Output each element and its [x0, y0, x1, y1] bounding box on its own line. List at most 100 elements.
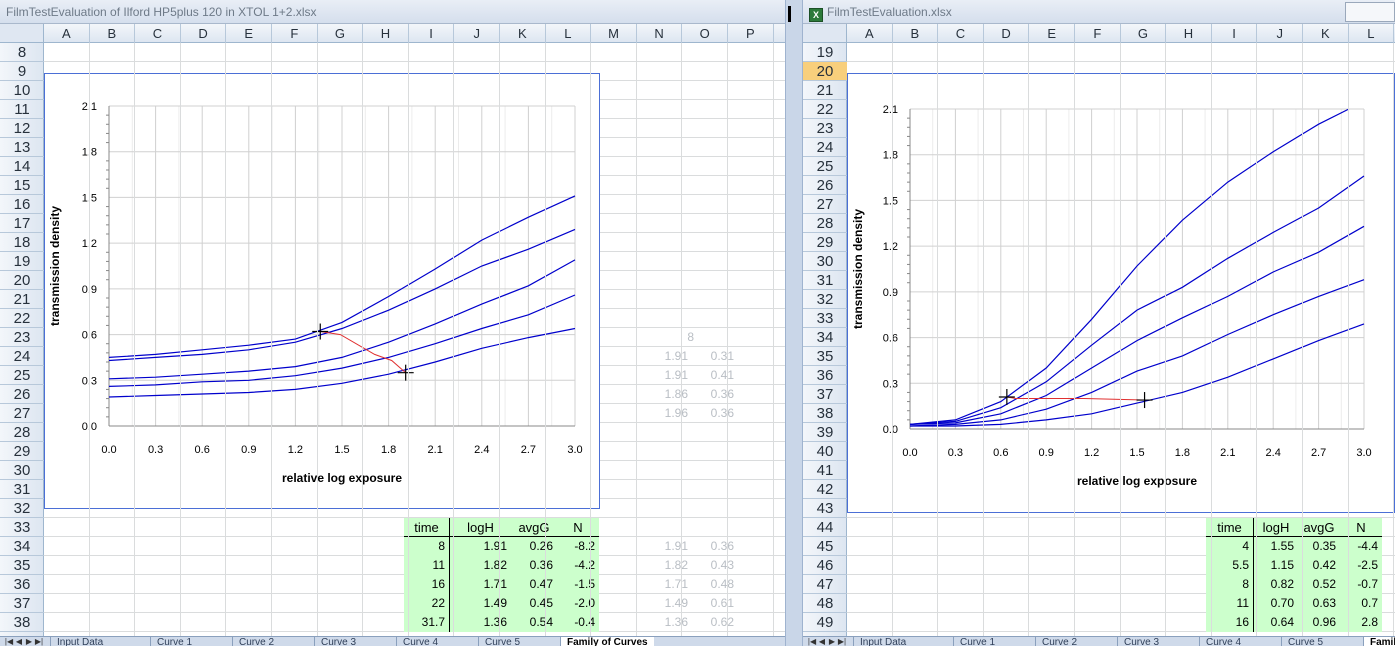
row-header[interactable]: 22 [0, 309, 44, 328]
sheet-tab[interactable]: Curve 2 [1035, 637, 1083, 646]
column-header[interactable]: H [1166, 24, 1212, 43]
window-splitter[interactable] [785, 0, 803, 646]
row-header[interactable]: 36 [0, 575, 44, 594]
row-header[interactable]: 41 [803, 461, 847, 480]
row-header[interactable]: 28 [0, 423, 44, 442]
row-header[interactable]: 25 [803, 157, 847, 176]
row-header[interactable]: 33 [803, 309, 847, 328]
column-header[interactable]: G [1121, 24, 1167, 43]
row-header[interactable]: 29 [803, 233, 847, 252]
row-header[interactable]: 19 [803, 43, 847, 62]
sheet-tab[interactable]: Curve 2 [232, 637, 280, 646]
row-header[interactable]: 12 [0, 119, 44, 138]
sheet-tab[interactable]: Input Data [853, 637, 912, 646]
column-header[interactable]: E [1029, 24, 1075, 43]
column-header[interactable]: D [984, 24, 1030, 43]
row-header[interactable]: 15 [0, 176, 44, 195]
row-header[interactable]: 21 [0, 290, 44, 309]
row-header[interactable]: 44 [803, 518, 847, 537]
row-header[interactable]: 29 [0, 442, 44, 461]
row-header[interactable]: 18 [0, 233, 44, 252]
splitter-grip-icon[interactable] [788, 6, 791, 22]
tab-nav-next-icon[interactable]: ▶ [827, 637, 837, 646]
row-header[interactable]: 13 [0, 138, 44, 157]
sheet-tab[interactable]: Curve 4 [1199, 637, 1247, 646]
row-header[interactable]: 11 [0, 100, 44, 119]
row-header[interactable]: 35 [0, 556, 44, 575]
sheet-tab[interactable]: Curve 3 [1117, 637, 1165, 646]
column-header[interactable]: E [226, 24, 272, 43]
column-header[interactable]: N [637, 24, 683, 43]
column-header[interactable]: M [591, 24, 637, 43]
tab-nav-prev-icon[interactable]: ◀ [817, 637, 827, 646]
column-header[interactable]: A [44, 24, 90, 43]
sheet-tab[interactable]: Curve 5 [478, 637, 526, 646]
row-header[interactable]: 43 [803, 499, 847, 518]
sheet-cells[interactable]: 0.0 0.3 0.6 0.9 1.2 1.5 1.8 2.1 2.4 2.7 3.0 0.0 0.3 0… [847, 43, 1395, 646]
column-header[interactable]: H [363, 24, 409, 43]
row-header[interactable]: 37 [803, 385, 847, 404]
row-header[interactable]: 31 [0, 480, 44, 499]
row-header[interactable]: 36 [803, 366, 847, 385]
row-header[interactable]: 45 [803, 537, 847, 556]
row-header[interactable]: 23 [803, 119, 847, 138]
tab-nav-last-icon[interactable]: ▶| [837, 637, 847, 646]
row-header[interactable]: 38 [803, 404, 847, 423]
sheet-tab[interactable]: Curve 3 [314, 637, 362, 646]
column-header[interactable]: D [181, 24, 227, 43]
row-header[interactable]: 30 [803, 252, 847, 271]
column-header[interactable]: I [409, 24, 455, 43]
select-all-corner[interactable] [0, 24, 44, 43]
row-header[interactable]: 14 [0, 157, 44, 176]
row-header[interactable]: 22 [803, 100, 847, 119]
column-header[interactable]: C [135, 24, 181, 43]
row-header[interactable]: 48 [803, 594, 847, 613]
row-header[interactable]: 31 [803, 271, 847, 290]
column-header[interactable]: F [1075, 24, 1121, 43]
column-header[interactable]: P [728, 24, 774, 43]
column-header[interactable]: B [90, 24, 136, 43]
row-header[interactable]: 20 [0, 271, 44, 290]
tab-nav-next-icon[interactable]: ▶ [24, 637, 34, 646]
sheet-tab[interactable]: Family of Curves [560, 637, 654, 646]
select-all-corner[interactable] [803, 24, 847, 43]
row-header[interactable]: 30 [0, 461, 44, 480]
sheet-tab[interactable]: Curve 5 [1281, 637, 1329, 646]
sheet-tab[interactable]: Curve 1 [150, 637, 198, 646]
row-header[interactable]: 10 [0, 81, 44, 100]
tab-nav-last-icon[interactable]: ▶| [34, 637, 44, 646]
row-header[interactable]: 34 [803, 328, 847, 347]
row-header[interactable]: 39 [803, 423, 847, 442]
column-header[interactable]: B [893, 24, 939, 43]
column-header[interactable]: A [847, 24, 893, 43]
row-header[interactable]: 17 [0, 214, 44, 233]
row-header[interactable]: 49 [803, 613, 847, 632]
row-header[interactable]: 34 [0, 537, 44, 556]
row-header[interactable]: 19 [0, 252, 44, 271]
window-control-box[interactable] [1345, 2, 1395, 22]
column-header[interactable]: C [938, 24, 984, 43]
row-header[interactable]: 33 [0, 518, 44, 537]
row-header[interactable]: 25 [0, 366, 44, 385]
row-header[interactable]: 27 [803, 195, 847, 214]
row-header[interactable]: 9 [0, 62, 44, 81]
row-header[interactable]: 24 [0, 347, 44, 366]
column-header[interactable]: K [500, 24, 546, 43]
column-header[interactable]: F [272, 24, 318, 43]
sheet-tab[interactable]: Family of Curves [1363, 637, 1395, 646]
row-header[interactable]: 20 [803, 62, 847, 81]
row-header[interactable]: 38 [0, 613, 44, 632]
row-header[interactable]: 27 [0, 404, 44, 423]
row-header[interactable]: 26 [803, 176, 847, 195]
row-header[interactable]: 32 [0, 499, 44, 518]
column-header[interactable]: J [1257, 24, 1303, 43]
row-header[interactable]: 8 [0, 43, 44, 62]
column-header[interactable]: J [454, 24, 500, 43]
row-header[interactable]: 21 [803, 81, 847, 100]
tab-nav-first-icon[interactable]: |◀ [4, 637, 14, 646]
sheet-tab[interactable]: Curve 4 [396, 637, 444, 646]
row-header[interactable]: 32 [803, 290, 847, 309]
column-header[interactable]: I [1212, 24, 1258, 43]
row-header[interactable]: 16 [0, 195, 44, 214]
row-header[interactable]: 37 [0, 594, 44, 613]
